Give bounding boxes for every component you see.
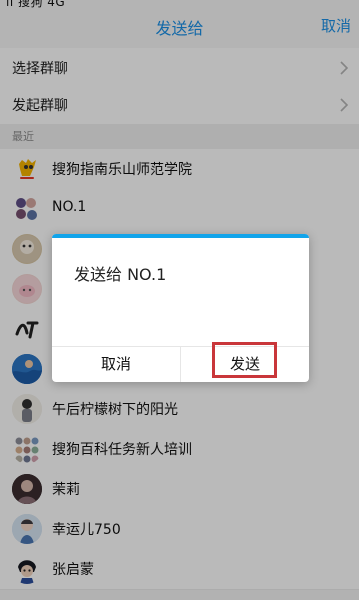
dialog-title: 发送给 NO.1: [74, 265, 167, 284]
send-confirmation-dialog: 发送给 NO.1 取消 发送: [52, 234, 309, 382]
dialog-accent-bar: [52, 234, 309, 238]
dialog-send-button[interactable]: 发送: [181, 347, 309, 382]
dialog-cancel-button[interactable]: 取消: [52, 347, 180, 382]
